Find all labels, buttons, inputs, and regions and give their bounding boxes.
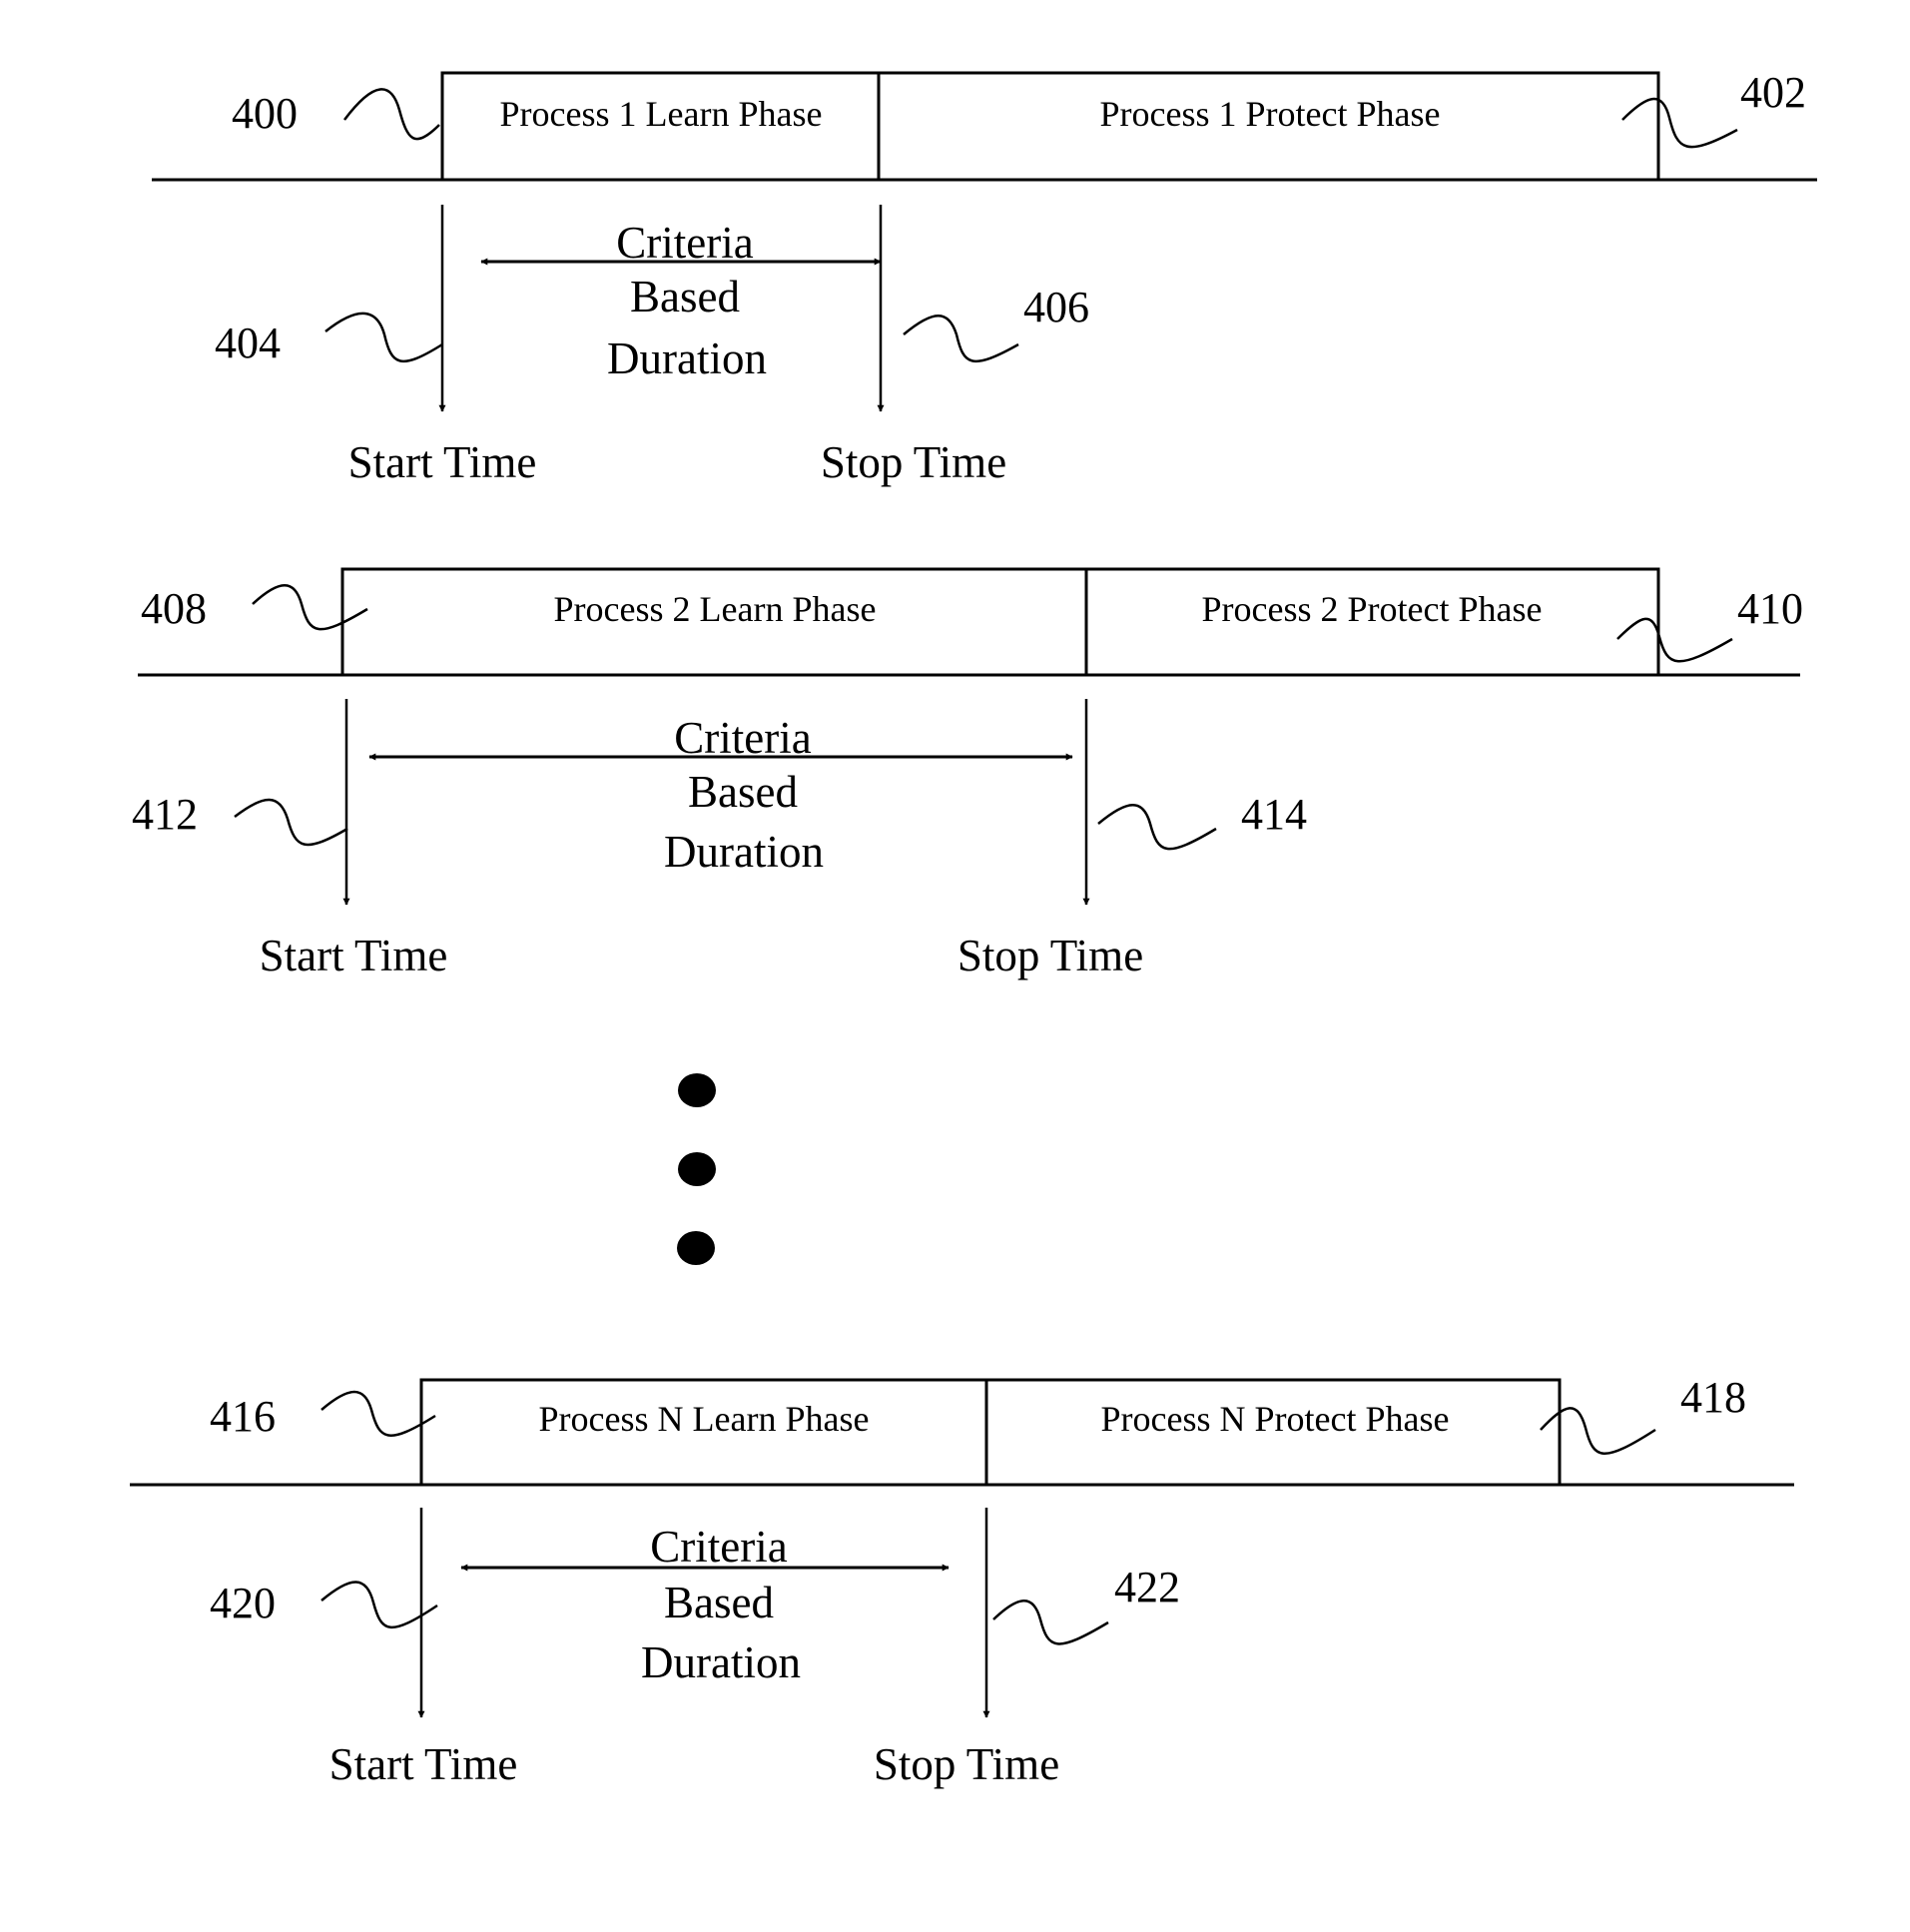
ref-label-stop: 414 [1241, 790, 1307, 839]
duration-text-line-2: Based [664, 1578, 774, 1627]
start-time-label: Start Time [348, 437, 537, 487]
duration-text-line-3: Duration [607, 333, 767, 383]
ref-label-learn: 408 [141, 584, 207, 633]
leader-squiggle [320, 1390, 436, 1437]
duration-text-line-2: Based [630, 272, 740, 322]
duration-text-line-3: Duration [641, 1637, 801, 1687]
protect-phase-label: Process N Protect Phase [1101, 1399, 1450, 1439]
leader-squiggle [1097, 804, 1217, 851]
process-2-timeline: Process 2 Learn Phase Process 2 Protect … [132, 567, 1803, 980]
learn-phase-label: Process 1 Learn Phase [500, 94, 823, 134]
continuation-ellipsis [677, 1073, 716, 1265]
leader-squiggle [234, 798, 348, 847]
start-time-label: Start Time [329, 1739, 518, 1789]
process-1-timeline: Process 1 Learn Phase Process 1 Protect … [152, 68, 1817, 487]
ref-label-learn: 416 [210, 1392, 276, 1441]
ref-label-stop: 406 [1023, 283, 1089, 331]
stop-time-label: Stop Time [957, 931, 1143, 980]
ellipsis-dot [677, 1231, 715, 1265]
ellipsis-dot [678, 1152, 716, 1186]
ref-label-protect-text: 402 [1740, 68, 1806, 117]
stop-time-label: Stop Time [821, 437, 1006, 487]
duration-text-line-1: Criteria [674, 713, 811, 763]
leader-squiggle [252, 584, 368, 631]
leader-squiggle [320, 1581, 438, 1628]
duration-text-line-1: Criteria [616, 218, 753, 268]
learn-phase-label: Process N Learn Phase [539, 1399, 870, 1439]
protect-phase-label: Process 2 Protect Phase [1202, 589, 1543, 629]
ref-label-start: 404 [215, 319, 281, 367]
stop-time-label: Stop Time [874, 1739, 1059, 1789]
leader-squiggle [1621, 97, 1738, 149]
process-timeline-diagram: Process 1 Learn Phase Process 1 Protect … [130, 68, 1817, 1789]
leader-squiggle [1540, 1407, 1656, 1455]
process-n-timeline: Process N Learn Phase Process N Protect … [130, 1373, 1794, 1789]
protect-phase-label: Process 1 Protect Phase [1100, 94, 1441, 134]
ref-label-protect: 410 [1737, 584, 1803, 633]
duration-text-line-3: Duration [664, 827, 824, 877]
leader-squiggle [1616, 617, 1733, 663]
learn-phase-label: Process 2 Learn Phase [554, 589, 877, 629]
leader-squiggle [324, 312, 443, 363]
ref-label-start: 412 [132, 790, 198, 839]
ref-label-stop: 422 [1114, 1563, 1180, 1611]
duration-text-line-2: Based [688, 767, 798, 817]
leader-squiggle [903, 315, 1019, 363]
leader-squiggle [992, 1600, 1109, 1645]
start-time-label: Start Time [260, 931, 448, 980]
leader-squiggle [343, 88, 440, 141]
ref-label-learn: 400 [232, 89, 298, 138]
ref-label-start: 420 [210, 1579, 276, 1627]
duration-text-line-1: Criteria [650, 1522, 787, 1572]
ellipsis-dot [678, 1073, 716, 1107]
ref-label-protect: 418 [1680, 1373, 1746, 1422]
